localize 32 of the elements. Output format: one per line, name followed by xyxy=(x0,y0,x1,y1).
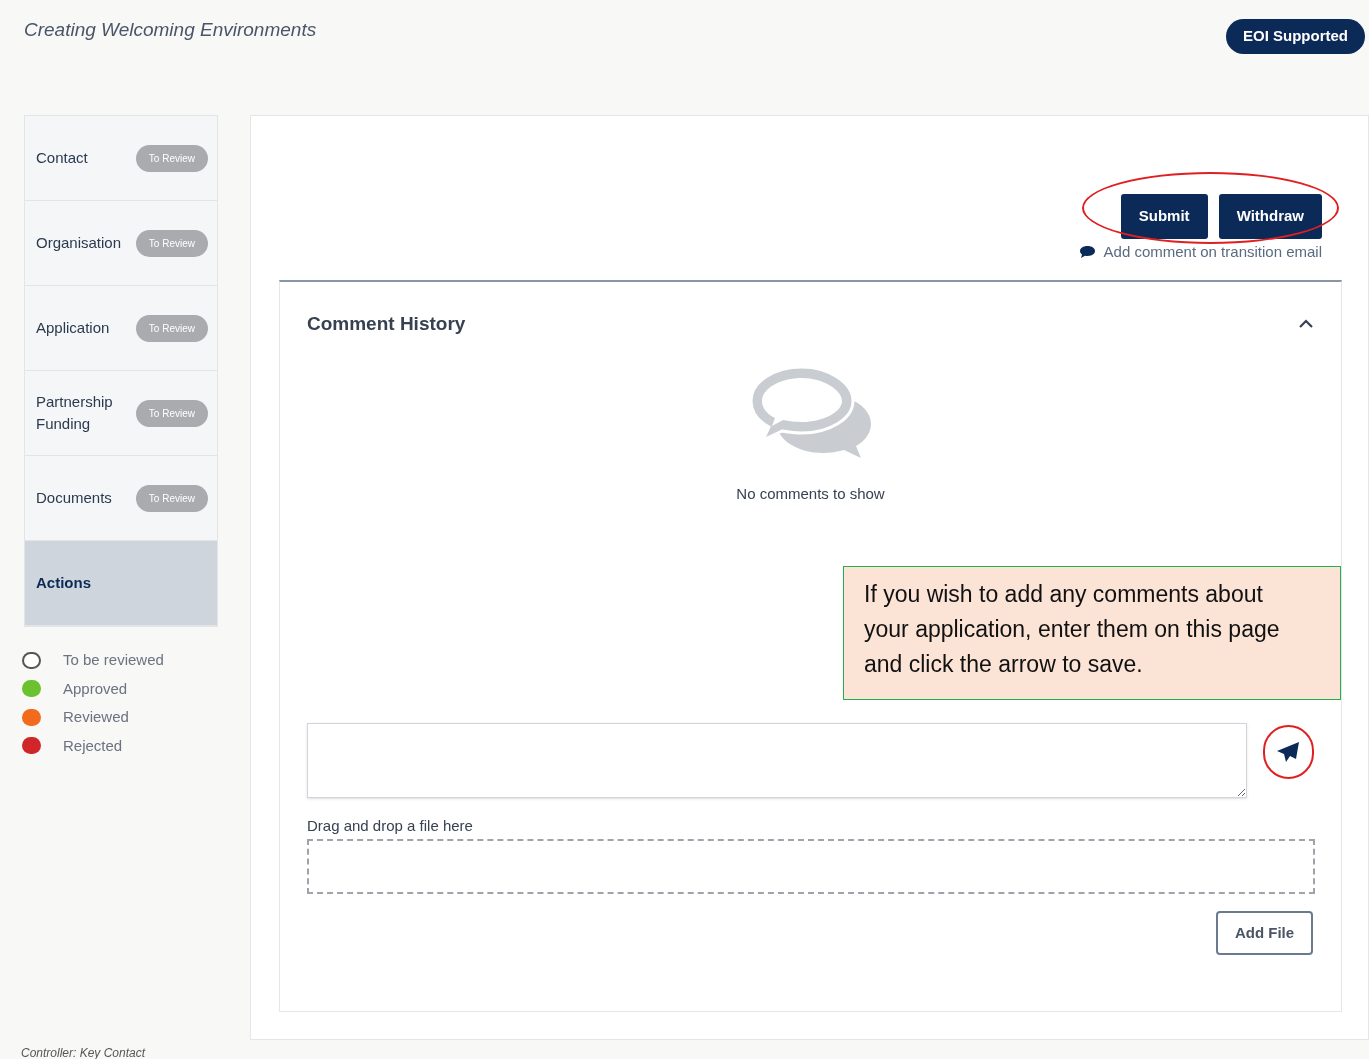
drop-label: Drag and drop a file here xyxy=(307,815,474,836)
add-file-button[interactable]: Add File xyxy=(1216,911,1313,955)
review-badge: To Review xyxy=(135,484,208,512)
send-button[interactable] xyxy=(1262,724,1314,779)
sidebar-label: Documents xyxy=(36,488,113,508)
sidebar-label: Application xyxy=(36,318,111,338)
comment-input[interactable] xyxy=(307,722,1247,798)
section-title: Comment History xyxy=(307,311,466,336)
comment-link[interactable]: Add comment on transition email xyxy=(1103,241,1322,264)
sidebar-item[interactable]: Actions xyxy=(25,541,217,626)
sidebar-label: Partnership Funding xyxy=(36,392,114,434)
footer-text: Controller: Key Contact xyxy=(21,1045,146,1059)
send-icon xyxy=(1276,740,1301,763)
review-badge: To Review xyxy=(135,314,208,342)
action-button[interactable]: Submit xyxy=(1120,194,1208,239)
annotation-callout: If you wish to add any comments about your application, enter them on this page and click the arrow to save. xyxy=(843,565,1341,700)
legend-label: Rejected xyxy=(63,735,123,756)
speech-bubble-icon xyxy=(1078,245,1096,260)
review-badge: To Review xyxy=(135,229,208,257)
review-badge: To Review xyxy=(135,399,208,427)
page-title: Creating Welcoming Environments xyxy=(24,18,317,42)
sidebar-label: Contact xyxy=(36,148,89,168)
sidebar-label: Actions xyxy=(36,573,92,593)
chevron-icon[interactable] xyxy=(1298,318,1314,329)
review-badge: To Review xyxy=(135,144,208,172)
status-badge: EOI Supported xyxy=(1226,19,1365,54)
empty-state-text: No comments to show xyxy=(736,484,885,504)
sidebar-label: Organisation xyxy=(36,233,123,253)
legend-label: Approved xyxy=(63,678,128,699)
legend-label: Reviewed xyxy=(63,707,129,727)
legend-label: To be reviewed xyxy=(63,650,164,670)
action-button[interactable]: Withdraw xyxy=(1218,194,1322,239)
